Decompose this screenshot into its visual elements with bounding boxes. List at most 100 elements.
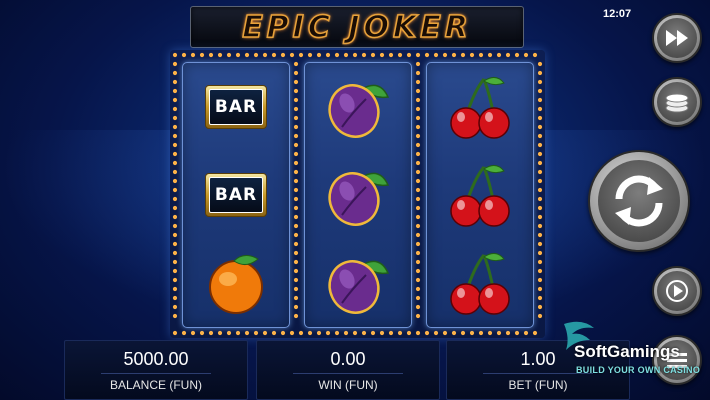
marquee-bulb xyxy=(460,52,466,58)
marquee-bulb xyxy=(415,196,421,202)
autoplay-button[interactable] xyxy=(652,266,702,316)
marquee-bulb xyxy=(293,295,299,301)
marquee-bulb xyxy=(172,250,178,256)
marquee-bulb xyxy=(505,52,511,58)
reel-cell xyxy=(430,65,530,149)
marquee-bulb xyxy=(172,214,178,220)
marquee-bulb xyxy=(316,330,322,336)
marquee-bulb xyxy=(235,52,241,58)
divider xyxy=(293,373,403,374)
marquee-bulb xyxy=(532,52,538,58)
marquee-bulb xyxy=(293,61,299,67)
watermark-tagline: BUILD YOUR OWN CASINO xyxy=(576,365,701,375)
marquee-bulb xyxy=(537,304,543,310)
marquee-bulb xyxy=(262,330,268,336)
marquee-bulb xyxy=(496,330,502,336)
marquee-bulb xyxy=(415,106,421,112)
marquee-bulb xyxy=(208,330,214,336)
marquee-bulb xyxy=(361,330,367,336)
marquee-bulb xyxy=(537,160,543,166)
game-title: EPIC JOKER xyxy=(241,9,472,46)
marquee-bulb xyxy=(415,241,421,247)
marquee-bulb xyxy=(199,330,205,336)
marquee-bulb xyxy=(505,330,511,336)
marquee-bulb xyxy=(334,52,340,58)
marquee-bulb xyxy=(469,330,475,336)
marquee-bulb xyxy=(537,277,543,283)
marquee-bulb xyxy=(537,169,543,175)
marquee-bulb xyxy=(451,330,457,336)
marquee-bulb xyxy=(352,330,358,336)
reel-cell xyxy=(308,65,408,149)
marquee-bulb xyxy=(415,304,421,310)
plum-symbol xyxy=(328,260,390,314)
marquee-bulb xyxy=(388,330,394,336)
reel-cell xyxy=(308,153,408,237)
marquee-bulb xyxy=(537,133,543,139)
marquee-bulb xyxy=(172,151,178,157)
marquee-bulb xyxy=(172,313,178,319)
marquee-bulb xyxy=(537,241,543,247)
marquee-bulb xyxy=(523,52,529,58)
marquee-bulb xyxy=(289,52,295,58)
reel-cell xyxy=(430,241,530,325)
marquee-bulb xyxy=(293,223,299,229)
marquee-bulb xyxy=(537,268,543,274)
marquee-bulb xyxy=(537,106,543,112)
win-panel: 0.00 WIN (FUN) xyxy=(256,340,440,400)
spin-arrows-icon xyxy=(615,175,663,227)
marquee-bulb xyxy=(406,330,412,336)
marquee-bulb xyxy=(442,330,448,336)
bet-button[interactable] xyxy=(652,77,702,127)
marquee-bulb xyxy=(537,250,543,256)
marquee-bulb xyxy=(253,52,259,58)
marquee-bulb xyxy=(293,178,299,184)
marquee-bulb xyxy=(406,52,412,58)
plum-symbol xyxy=(328,84,390,138)
reel-cell: BAR xyxy=(186,65,286,149)
marquee-bulb xyxy=(293,79,299,85)
marquee-bulb xyxy=(537,295,543,301)
marquee-bulb xyxy=(537,196,543,202)
marquee-bulb xyxy=(253,330,259,336)
marquee-bulb xyxy=(316,52,322,58)
marquee-bulb xyxy=(415,115,421,121)
marquee-bulb xyxy=(293,115,299,121)
marquee-bulb xyxy=(217,52,223,58)
marquee-bulb xyxy=(415,259,421,265)
marquee-bulb xyxy=(379,330,385,336)
cherry-symbol xyxy=(450,77,510,139)
marquee-bulb xyxy=(293,259,299,265)
marquee-bulb xyxy=(172,70,178,76)
balance-value: 5000.00 xyxy=(123,349,189,369)
marquee-bulb xyxy=(415,223,421,229)
marquee-bulb xyxy=(293,250,299,256)
marquee-bulb xyxy=(424,52,430,58)
marquee-bulb xyxy=(537,124,543,130)
marquee-bulb xyxy=(172,295,178,301)
balance-panel: 5000.00 BALANCE (FUN) xyxy=(64,340,248,400)
marquee-bulb xyxy=(172,79,178,85)
marquee-bulb xyxy=(293,97,299,103)
spin-button[interactable] xyxy=(588,150,690,252)
turbo-button[interactable] xyxy=(652,13,702,63)
marquee-bulb xyxy=(415,205,421,211)
play-icon xyxy=(665,279,688,302)
marquee-bulb xyxy=(172,97,178,103)
fast-forward-icon xyxy=(665,29,688,46)
plum-symbol xyxy=(328,172,390,226)
marquee-bulb xyxy=(293,151,299,157)
marquee-bulb xyxy=(537,142,543,148)
cherry-symbol xyxy=(450,165,510,227)
marquee-bulb xyxy=(172,286,178,292)
marquee-bulb xyxy=(514,330,520,336)
bar-symbol: BAR xyxy=(205,173,267,217)
marquee-bulb xyxy=(537,214,543,220)
marquee-bulb xyxy=(415,61,421,67)
marquee-bulb xyxy=(415,277,421,283)
marquee-bulb xyxy=(293,88,299,94)
marquee-bulb xyxy=(293,187,299,193)
marquee-bulb xyxy=(190,52,196,58)
marquee-bulb xyxy=(172,223,178,229)
marquee-bulb xyxy=(280,52,286,58)
